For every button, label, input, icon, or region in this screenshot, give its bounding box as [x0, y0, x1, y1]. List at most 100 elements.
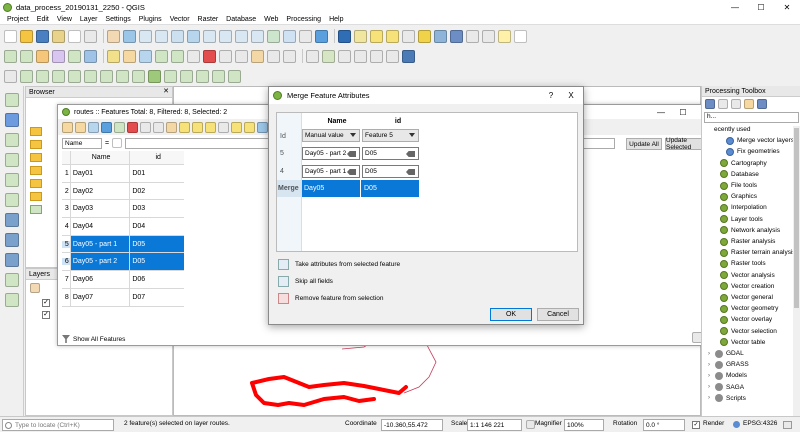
field-selector[interactable]: Name: [62, 137, 102, 149]
select-by-expression-icon[interactable]: [179, 121, 190, 133]
cell-name[interactable]: Day03: [69, 200, 130, 218]
pan-to-selection-icon[interactable]: [123, 29, 136, 43]
add-vector-icon[interactable]: [4, 93, 19, 107]
bookmark-icon[interactable]: [283, 29, 296, 43]
clear-icon[interactable]: [347, 151, 356, 157]
save-edits-icon[interactable]: [139, 49, 152, 63]
update-all-button[interactable]: Update All: [626, 138, 662, 150]
cell-name[interactable]: Day02: [69, 182, 130, 200]
add-wfs-icon[interactable]: [4, 253, 19, 267]
processing-provider[interactable]: › Models: [708, 370, 747, 381]
statistics-icon[interactable]: [466, 29, 479, 43]
data-source-manager-icon[interactable]: [4, 49, 17, 63]
filter-select-icon[interactable]: [231, 121, 242, 133]
paste-features-icon[interactable]: [251, 49, 264, 63]
undo-icon[interactable]: [267, 49, 280, 63]
menu-settings[interactable]: Settings: [101, 16, 134, 23]
table-row[interactable]: 1 Day01 D01: [62, 165, 184, 183]
processing-provider[interactable]: › SAGA: [708, 382, 744, 393]
save-project-icon[interactable]: [36, 29, 49, 43]
magnifier-field[interactable]: 100%: [564, 419, 604, 431]
skip-all-fields-button[interactable]: Skip all fields: [278, 274, 333, 288]
processing-group[interactable]: Vector analysis: [720, 270, 775, 281]
scale-field[interactable]: 1:1 146 221: [467, 419, 522, 431]
processing-group[interactable]: Vector geometry: [720, 303, 778, 314]
cell-name[interactable]: Day05 - part 2: [69, 253, 130, 271]
cell-id[interactable]: D02: [129, 182, 184, 200]
menu-vector[interactable]: Vector: [166, 16, 194, 23]
menu-view[interactable]: View: [53, 16, 76, 23]
results-icon[interactable]: [731, 99, 741, 109]
field-calculator-icon[interactable]: [434, 29, 447, 43]
zoom-layer-icon[interactable]: [219, 29, 232, 43]
merge-attributes-icon[interactable]: [164, 69, 177, 83]
menu-plugins[interactable]: Plugins: [135, 16, 166, 23]
cell-name[interactable]: Day04: [69, 218, 130, 235]
table-row[interactable]: 3 Day03 D03: [62, 200, 184, 219]
processing-group[interactable]: File tools: [720, 180, 757, 191]
processing-provider[interactable]: › Scripts: [708, 393, 746, 404]
cell-id[interactable]: D04: [129, 218, 184, 235]
move-selection-top-icon[interactable]: [244, 121, 255, 133]
multi-edit-icon[interactable]: [75, 121, 86, 133]
row-number[interactable]: 7: [62, 276, 70, 283]
processing-group[interactable]: Graphics: [720, 191, 757, 202]
zoom-next-icon[interactable]: [251, 29, 264, 43]
cell-name[interactable]: Day01: [69, 165, 130, 182]
style-panel-icon[interactable]: [30, 283, 40, 293]
processing-group[interactable]: Raster analysis: [720, 236, 775, 247]
folder-icon[interactable]: [30, 153, 42, 162]
attribute-table-icon[interactable]: [418, 29, 431, 43]
row-name-field[interactable]: Day05 - part 2: [302, 147, 360, 160]
simplify-icon[interactable]: [196, 69, 209, 83]
models-icon[interactable]: [705, 99, 715, 109]
move-feature-icon[interactable]: [187, 49, 200, 63]
row-number[interactable]: 2: [62, 188, 70, 195]
layer-checkbox[interactable]: ✓: [42, 311, 50, 319]
edit-features-inplace-icon[interactable]: [744, 99, 754, 109]
cell-id[interactable]: D03: [129, 200, 184, 218]
processing-search-input[interactable]: h...: [704, 112, 799, 123]
processing-group[interactable]: Raster terrain analysis: [720, 247, 796, 258]
pan-hand-icon[interactable]: [107, 29, 120, 43]
toggle-editing-pencil-icon[interactable]: [123, 49, 136, 63]
text-annotation-icon[interactable]: [514, 29, 527, 43]
measure-icon[interactable]: [482, 29, 495, 43]
refresh-icon[interactable]: [315, 29, 328, 43]
menu-help[interactable]: Help: [325, 16, 347, 23]
menu-database[interactable]: Database: [222, 16, 260, 23]
add-raster-layer-icon[interactable]: [36, 49, 49, 63]
folder-icon[interactable]: [30, 179, 42, 188]
label-rotate-icon[interactable]: [370, 49, 383, 63]
vertex-tool-icon[interactable]: [171, 49, 184, 63]
deselect-all-icon[interactable]: [218, 121, 229, 133]
add-delimited-text-icon[interactable]: [68, 49, 81, 63]
cell-name[interactable]: Day05 - part 1: [69, 235, 130, 253]
label-pin-icon[interactable]: [322, 49, 335, 63]
add-virtual-layer-icon[interactable]: [4, 273, 19, 287]
cell-id[interactable]: D06: [129, 271, 184, 288]
delete-ring-icon[interactable]: [68, 69, 81, 83]
add-wcs-icon[interactable]: [4, 233, 19, 247]
minimize-button[interactable]: —: [722, 0, 748, 14]
crs-button[interactable]: EPSG:4326: [743, 420, 777, 427]
menu-edit[interactable]: Edit: [33, 16, 53, 23]
add-raster-icon[interactable]: [4, 113, 19, 127]
processing-group[interactable]: Interpolation: [720, 202, 767, 213]
label-show-hide-icon[interactable]: [338, 49, 351, 63]
map-tips-icon[interactable]: [498, 29, 511, 43]
row-number[interactable]: 4: [62, 223, 70, 230]
expression-icon[interactable]: [112, 138, 123, 148]
label-toolbar-icon[interactable]: [306, 49, 319, 63]
copy-icon[interactable]: [153, 121, 164, 133]
reverse-line-icon[interactable]: [212, 69, 225, 83]
folder-icon[interactable]: [30, 192, 42, 201]
maximize-button[interactable]: ☐: [748, 0, 774, 14]
clear-icon[interactable]: [406, 169, 415, 175]
browser-close-icon[interactable]: ✕: [163, 87, 169, 95]
add-spatialite-icon[interactable]: [84, 49, 97, 63]
offset-curve-icon[interactable]: [116, 69, 129, 83]
processing-gear-icon[interactable]: [450, 29, 463, 43]
cancel-button[interactable]: Cancel: [537, 308, 579, 321]
add-feature-icon[interactable]: [155, 49, 168, 63]
